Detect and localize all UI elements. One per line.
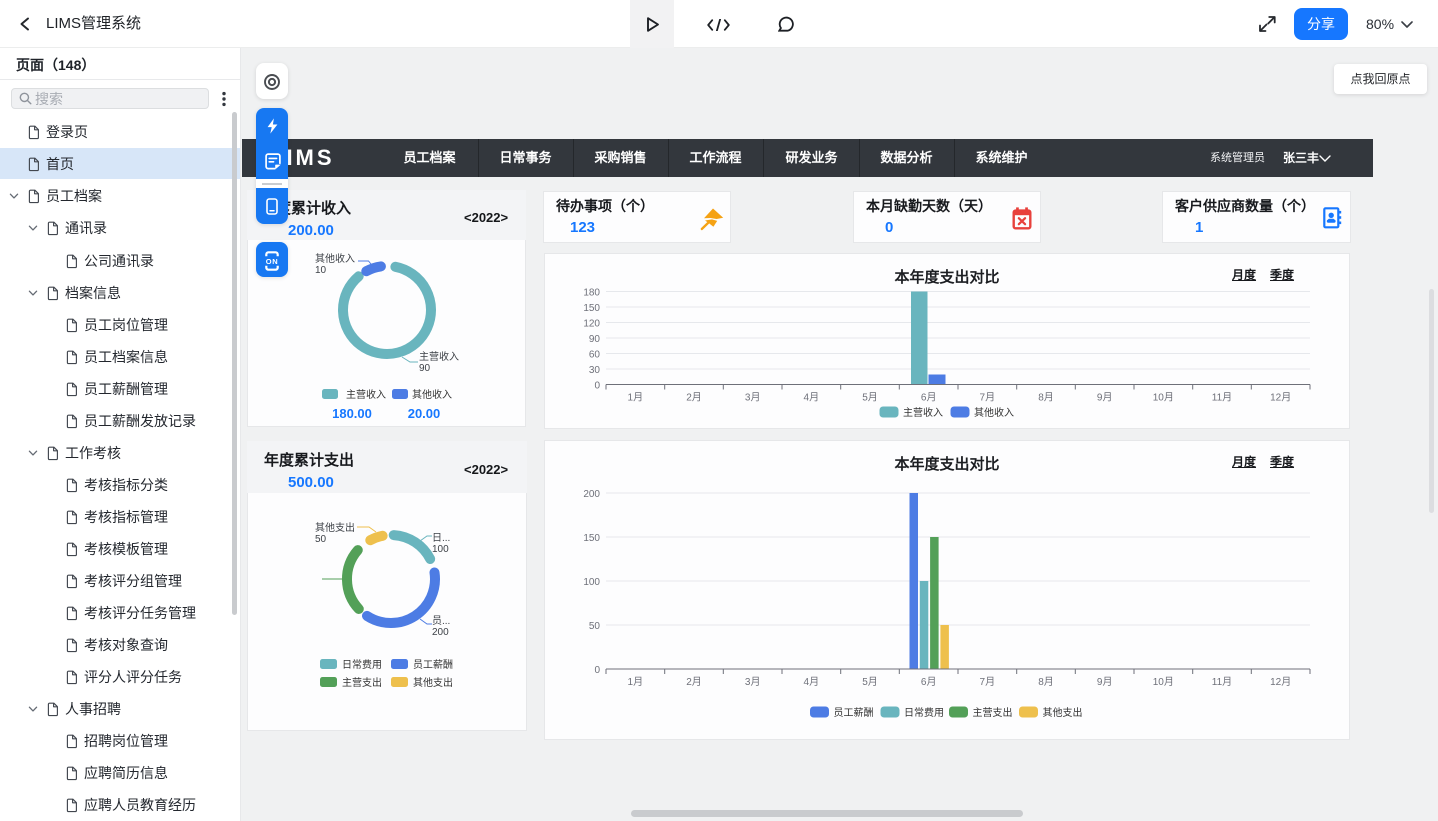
svg-text:8月: 8月	[1038, 392, 1054, 404]
svg-text:50: 50	[589, 621, 601, 632]
svg-text:100: 100	[583, 577, 600, 588]
svg-text:200: 200	[432, 627, 449, 638]
svg-text:员工薪酬: 员工薪酬	[413, 659, 453, 671]
svg-text:其他支出: 其他支出	[413, 676, 453, 689]
svg-text:3月: 3月	[745, 392, 761, 404]
svg-text:主营收入: 主营收入	[419, 350, 459, 363]
svg-text:2月: 2月	[686, 676, 702, 688]
svg-text:11月: 11月	[1212, 676, 1232, 688]
svg-text:180.00: 180.00	[332, 406, 372, 421]
svg-text:其他收入: 其他收入	[412, 388, 452, 401]
svg-text:30: 30	[589, 365, 601, 376]
svg-text:7月: 7月	[980, 392, 996, 404]
svg-text:日常费用: 日常费用	[904, 706, 944, 719]
svg-text:50: 50	[315, 534, 327, 545]
svg-text:1月: 1月	[628, 676, 644, 688]
svg-text:8月: 8月	[1038, 676, 1054, 688]
svg-text:10: 10	[315, 265, 327, 276]
svg-text:4月: 4月	[804, 676, 820, 688]
svg-text:3月: 3月	[745, 676, 761, 688]
svg-text:其他收入: 其他收入	[315, 252, 355, 265]
svg-text:90: 90	[419, 363, 431, 374]
svg-text:6月: 6月	[921, 676, 937, 688]
svg-text:12月: 12月	[1270, 676, 1291, 688]
svg-text:10月: 10月	[1153, 392, 1174, 404]
svg-text:5月: 5月	[862, 392, 878, 404]
svg-text:100: 100	[432, 544, 449, 555]
svg-text:9月: 9月	[1097, 392, 1113, 404]
svg-text:4月: 4月	[804, 392, 820, 404]
svg-text:ON: ON	[266, 256, 278, 265]
svg-text:11月: 11月	[1212, 392, 1232, 404]
svg-text:0: 0	[594, 381, 600, 392]
svg-text:150: 150	[583, 533, 600, 544]
svg-text:7月: 7月	[980, 676, 996, 688]
svg-text:10月: 10月	[1153, 676, 1174, 688]
svg-text:1月: 1月	[628, 392, 644, 404]
svg-text:60: 60	[589, 350, 601, 361]
svg-text:150: 150	[583, 303, 600, 314]
svg-text:其他支出: 其他支出	[1043, 706, 1083, 719]
svg-text:员...: 员...	[432, 615, 450, 627]
svg-text:主营支出: 主营支出	[342, 676, 382, 689]
svg-text:2月: 2月	[686, 392, 702, 404]
svg-text:其他收入: 其他收入	[974, 406, 1014, 419]
svg-text:20.00: 20.00	[408, 406, 441, 421]
svg-text:主营收入: 主营收入	[903, 406, 943, 419]
svg-text:0: 0	[594, 665, 600, 676]
svg-text:200: 200	[583, 489, 600, 500]
svg-text:主营支出: 主营支出	[973, 706, 1013, 719]
svg-text:6月: 6月	[921, 392, 937, 404]
svg-text:9月: 9月	[1097, 676, 1113, 688]
svg-text:日常费用: 日常费用	[342, 658, 382, 671]
svg-text:主营收入: 主营收入	[346, 388, 386, 401]
svg-text:120: 120	[583, 319, 600, 330]
svg-text:180: 180	[583, 288, 600, 299]
svg-text:其他支出: 其他支出	[315, 521, 355, 534]
svg-text:90: 90	[589, 334, 601, 345]
svg-text:5月: 5月	[862, 676, 878, 688]
svg-text:日...: 日...	[432, 533, 450, 544]
svg-text:12月: 12月	[1270, 392, 1291, 404]
svg-text:员工薪酬: 员工薪酬	[834, 707, 874, 719]
